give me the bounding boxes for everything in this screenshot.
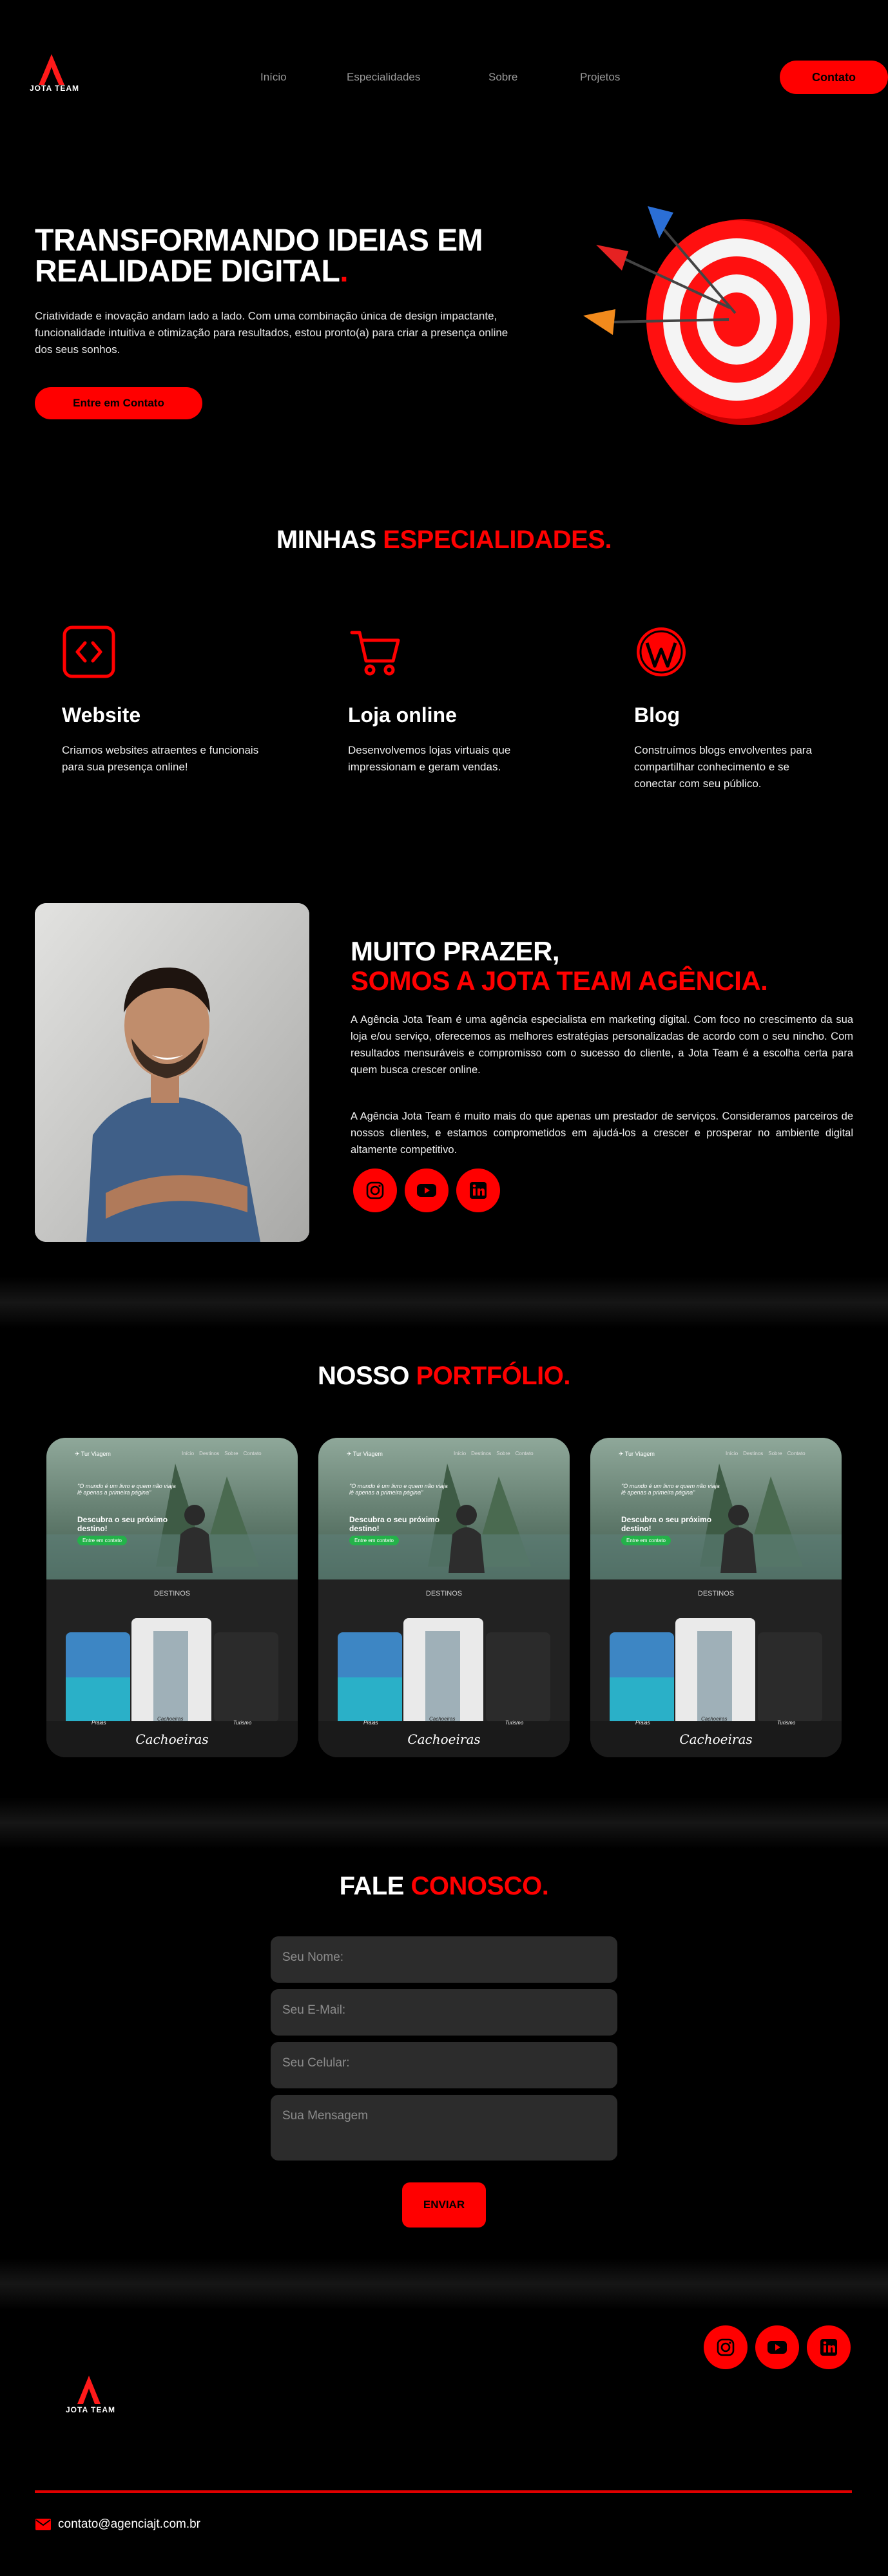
section-divider (0, 1797, 888, 1823)
footer-divider (35, 2490, 852, 2493)
dartboard-illustration (583, 206, 840, 425)
footer-email-text: contato@agenciajt.com.br (58, 2517, 201, 2531)
footer-youtube-button[interactable] (755, 2325, 799, 2369)
nav-link-projetos[interactable]: Projetos (580, 71, 620, 84)
card-quote: "O mundo é um livro e quem não viaja lê … (349, 1483, 448, 1496)
nav-link-sobre[interactable]: Sobre (488, 71, 517, 84)
footer-email-link[interactable]: contato@agenciajt.com.br (35, 2517, 200, 2532)
card-label: Cachoeiras (157, 1716, 184, 1722)
hero-contact-button[interactable]: Entre em Contato (35, 387, 202, 419)
card-label: Praias (635, 1720, 650, 1726)
team-photo (35, 903, 309, 1242)
card-section: DESTINOS (153, 1590, 191, 1598)
nav-link-especialidades[interactable]: Especialidades (347, 71, 420, 84)
linkedin-icon (470, 1182, 487, 1199)
card-quote: "O mundo é um livro e quem não viaja lê … (77, 1483, 176, 1496)
section-divider (0, 2284, 888, 2310)
card-brand: ✈ Tur Viagem (619, 1451, 655, 1457)
section-divider (0, 1277, 888, 1302)
contato-button[interactable]: Contato (780, 61, 888, 94)
envelope-icon (35, 2519, 51, 2530)
card-label: Cachoeiras (429, 1716, 456, 1722)
code-icon (63, 625, 115, 678)
card-label: Praias (92, 1720, 106, 1726)
portfolio-card[interactable]: ✈ Tur Viagem Início Destinos Sobre Contato … (46, 1438, 298, 1757)
youtube-button[interactable] (405, 1169, 449, 1212)
card-heading: Descubra o seu próximo destino! (349, 1515, 440, 1533)
card-brand: ✈ Tur Viagem (347, 1451, 383, 1457)
card-cta: Entre em contato (77, 1536, 127, 1545)
card-cta: Entre em contato (621, 1536, 671, 1545)
cart-icon (350, 631, 400, 676)
spec-name-website: Website (62, 703, 141, 727)
card-section: DESTINOS (697, 1590, 735, 1598)
phone-field[interactable]: Seu Celular: (271, 2042, 617, 2088)
instagram-icon (717, 2338, 735, 2356)
card-label: Cachoeiras (701, 1716, 728, 1722)
card-heading: Descubra o seu próximo destino! (77, 1515, 168, 1533)
nav-link-inicio[interactable]: Início (260, 71, 287, 84)
footer-instagram-button[interactable] (704, 2325, 748, 2369)
card-label: Turismo (505, 1720, 524, 1726)
wordpress-icon (637, 627, 686, 676)
submit-button[interactable]: ENVIAR (402, 2182, 486, 2228)
card-caption: Cachoeiras (407, 1732, 481, 1747)
portfolio-card[interactable]: ✈ Tur Viagem Início Destinos Sobre Contato … (590, 1438, 842, 1757)
logo-text: JOTA TEAM (30, 84, 79, 93)
contact-title: FALE CONOSCO. (339, 1872, 549, 1900)
instagram-button[interactable] (353, 1169, 397, 1212)
spec-desc-website: Criamos websites atraentes e funcionais … (62, 744, 259, 773)
card-label: Turismo (777, 1720, 796, 1726)
card-label: Praias (363, 1720, 378, 1726)
card-caption: Cachoeiras (679, 1732, 753, 1747)
portfolio-title: NOSSO PORTFÓLIO. (317, 1362, 571, 1390)
card-caption: Cachoeiras (135, 1732, 209, 1747)
card-menu: Início Destinos Sobre Contato (454, 1451, 534, 1456)
youtube-icon (417, 1184, 436, 1197)
spec-desc-loja: Desenvolvemos lojas virtuais que impress… (348, 744, 511, 773)
card-label: Turismo (233, 1720, 252, 1726)
youtube-icon (767, 2341, 787, 2354)
linkedin-button[interactable] (456, 1169, 500, 1212)
section-divider (0, 2258, 888, 2284)
linkedin-icon (820, 2339, 837, 2356)
card-menu: Início Destinos Sobre Contato (182, 1451, 262, 1456)
card-section: DESTINOS (425, 1590, 463, 1598)
hero-text: Criatividade e inovação andam lado a lad… (35, 310, 508, 356)
footer-logo-text: JOTA TEAM (66, 2405, 115, 2414)
about-paragraph-1: A Agência Jota Team é uma agência especi… (351, 1014, 853, 1076)
about-title: MUITO PRAZER, SOMOS A JOTA TEAM AGÊNCIA. (351, 936, 768, 996)
footer-linkedin-button[interactable] (807, 2325, 851, 2369)
card-menu: Início Destinos Sobre Contato (726, 1451, 806, 1456)
hero-title: TRANSFORMANDO IDEIAS EM REALIDADE DIGITA… (35, 224, 483, 289)
card-cta: Entre em contato (349, 1536, 399, 1545)
instagram-icon (366, 1181, 384, 1199)
portfolio-card[interactable]: ✈ Tur Viagem Início Destinos Sobre Contato … (318, 1438, 570, 1757)
name-field[interactable]: Seu Nome: (271, 1936, 617, 1983)
section-divider (0, 1302, 888, 1328)
card-brand: ✈ Tur Viagem (75, 1451, 111, 1457)
spec-desc-blog: Construímos blogs envolventes para compa… (634, 744, 812, 790)
email-field[interactable]: Seu E-Mail: (271, 1989, 617, 2036)
specialties-title: MINHAS ESPECIALIDADES. (276, 526, 612, 554)
message-field[interactable]: Sua Mensagem (271, 2095, 617, 2161)
spec-name-blog: Blog (634, 703, 680, 727)
section-divider (0, 1823, 888, 1849)
card-heading: Descubra o seu próximo destino! (621, 1515, 712, 1533)
card-quote: "O mundo é um livro e quem não viaja lê … (621, 1483, 720, 1496)
spec-name-loja: Loja online (348, 703, 457, 727)
about-paragraph-2: A Agência Jota Team é muito mais do que … (351, 1111, 853, 1156)
